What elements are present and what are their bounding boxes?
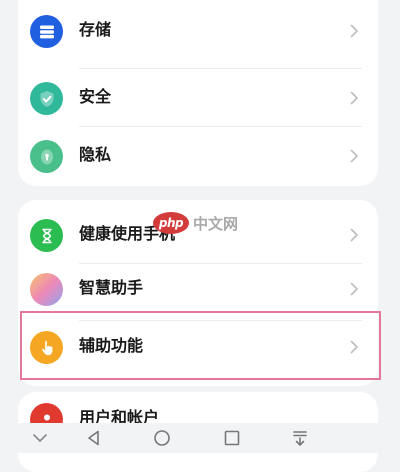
settings-item-label: 辅助功能 [79, 336, 144, 355]
chevron-right-icon [350, 91, 358, 105]
chevron-right-icon [350, 340, 358, 354]
chevron-right-icon [350, 228, 358, 242]
settings-item-accessibility[interactable]: 辅助功能 [18, 318, 378, 376]
settings-card-2: 健康使用手机 智慧助手 辅助功能 [18, 200, 378, 386]
settings-item-label: 隐私 [79, 145, 112, 164]
notification-pull-icon[interactable] [290, 428, 310, 448]
settings-item-label: 安全 [79, 87, 112, 106]
settings-card-1: 存储 安全 隐私 [18, 0, 378, 186]
privacy-lock-icon [30, 140, 63, 173]
chevron-right-icon [350, 282, 358, 296]
back-icon[interactable] [84, 428, 104, 448]
home-icon[interactable] [152, 428, 172, 448]
chevron-right-icon [350, 24, 358, 38]
navigation-bar [0, 423, 400, 453]
settings-item-label: 存储 [79, 20, 112, 39]
hand-pointer-icon [30, 331, 63, 364]
settings-item-security[interactable]: 安全 [18, 69, 378, 127]
smart-assistant-icon [30, 273, 63, 306]
recents-icon[interactable] [222, 428, 242, 448]
settings-item-storage[interactable]: 存储 [18, 2, 378, 60]
chevron-down-icon[interactable] [30, 428, 50, 448]
storage-icon [30, 15, 63, 48]
settings-item-privacy[interactable]: 隐私 [18, 127, 378, 185]
settings-item-smart-assistant[interactable]: 智慧助手 [18, 260, 378, 318]
settings-item-label: 智慧助手 [79, 278, 144, 297]
hourglass-icon [30, 219, 63, 252]
chevron-right-icon [350, 149, 358, 163]
settings-item-label: 健康使用手机 [79, 224, 176, 243]
shield-check-icon [30, 82, 63, 115]
settings-item-digital-balance[interactable]: 健康使用手机 [18, 206, 378, 264]
